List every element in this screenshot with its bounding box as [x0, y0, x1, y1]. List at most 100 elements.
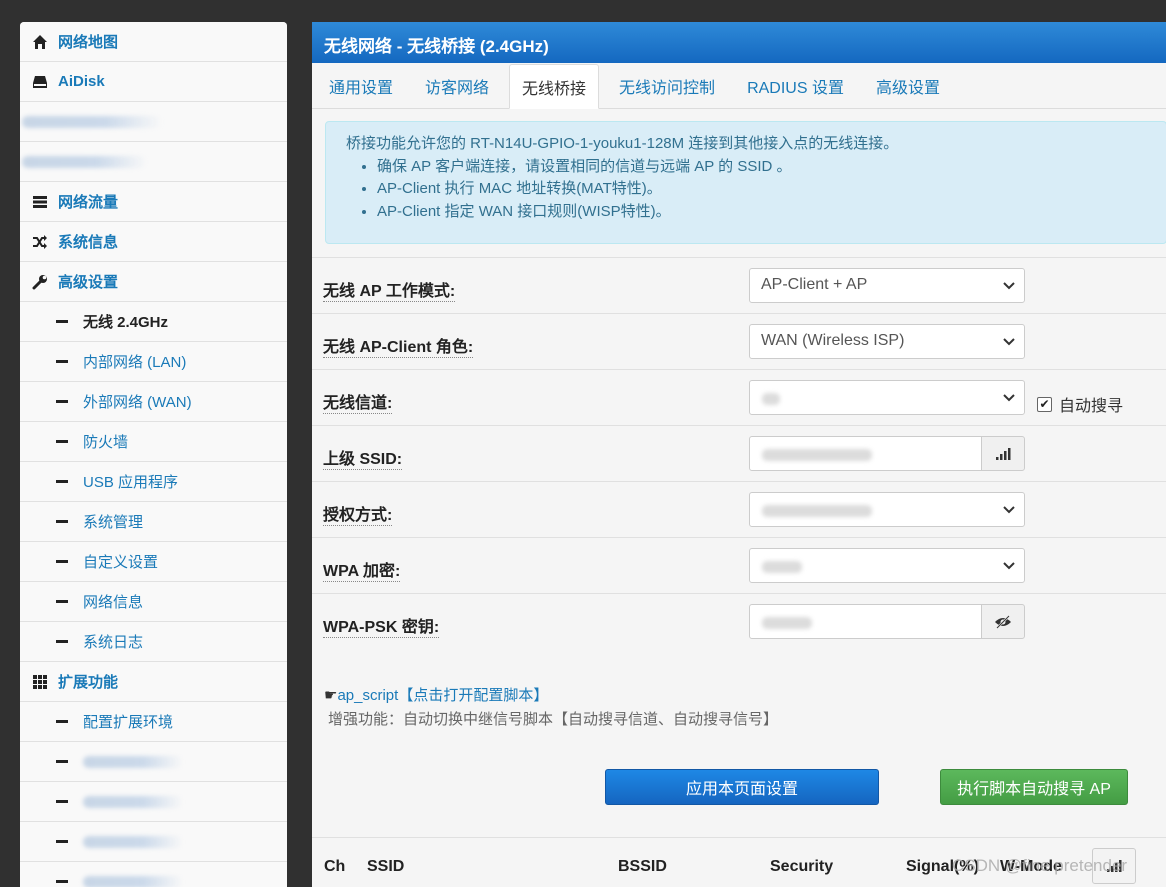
psk-input[interactable]	[749, 604, 982, 639]
signal-icon	[996, 447, 1011, 460]
dash-icon	[56, 840, 68, 843]
scan-ap-button[interactable]: 执行脚本自动搜寻 AP	[940, 769, 1128, 805]
wpa-label: WPA 加密:	[323, 557, 401, 582]
page-title: 无线网络 - 无线桥接 (2.4GHz)	[312, 22, 1166, 63]
nav-extensions[interactable]: 扩展功能	[20, 662, 287, 702]
info-box: 桥接功能允许您的 RT-N14U-GPIO-1-youku1-128M 连接到其…	[325, 121, 1166, 244]
info-list: 确保 AP 客户端连接，请设置相同的信道与远端 AP 的 SSID 。 AP-C…	[377, 156, 1146, 224]
sidebar-item-usb[interactable]: USB 应用程序	[20, 462, 287, 502]
sidebar: 网络地图 AiDisk 网络流量 系统信息 高级设置 无线 2.4GHz 内部网…	[20, 22, 287, 887]
nav-label: 内部网络 (LAN)	[83, 354, 187, 371]
row-auth: 授权方式:	[312, 481, 1166, 537]
sidebar-item-netinfo[interactable]: 网络信息	[20, 582, 287, 622]
nav-system-info[interactable]: 系统信息	[20, 222, 287, 262]
nav-label: AiDisk	[58, 73, 105, 90]
grid-icon	[32, 674, 48, 690]
chevron-down-icon	[1003, 506, 1015, 514]
sidebar-item-wireless-24[interactable]: 无线 2.4GHz	[20, 302, 287, 342]
nav-label: 系统管理	[83, 514, 144, 531]
dash-icon	[56, 720, 68, 723]
signal-scan-button[interactable]	[981, 436, 1025, 471]
nav-label: 外部网络 (WAN)	[83, 394, 192, 411]
shuffle-icon	[32, 234, 48, 250]
nav-label: 网络流量	[58, 194, 119, 211]
row-psk: WPA-PSK 密钥:	[312, 593, 1166, 649]
sidebar-item-ext-blurred-2[interactable]	[20, 782, 287, 822]
auth-select[interactable]	[749, 492, 1025, 527]
blurred-label	[22, 115, 162, 128]
tab-bridge[interactable]: 无线桥接	[509, 64, 600, 109]
blurred-label	[83, 875, 183, 887]
tab-bar: 通用设置 访客网络 无线桥接 无线访问控制 RADIUS 设置 高级设置	[312, 63, 1166, 109]
ap-script-link[interactable]: ☛ap_script【点击打开配置脚本】	[324, 684, 548, 705]
nav-label: 自定义设置	[83, 554, 159, 571]
channel-select[interactable]	[749, 380, 1025, 415]
dash-icon	[56, 800, 68, 803]
info-intro: 桥接功能允许您的 RT-N14U-GPIO-1-youku1-128M 连接到其…	[346, 135, 899, 152]
tab-radius[interactable]: RADIUS 设置	[735, 63, 856, 108]
blurred-label	[83, 755, 183, 768]
row-client-role: 无线 AP-Client 角色: WAN (Wireless ISP)	[312, 313, 1166, 369]
sidebar-item-syslog[interactable]: 系统日志	[20, 622, 287, 662]
dash-icon	[56, 600, 68, 603]
home-icon	[32, 34, 48, 50]
column-bssid: BSSID	[618, 858, 667, 875]
psk-label: WPA-PSK 密钥:	[323, 613, 440, 638]
sidebar-item-ext-blurred-1[interactable]	[20, 742, 287, 782]
ssid-label: 上级 SSID:	[323, 445, 403, 470]
nav-label: 系统日志	[83, 634, 144, 651]
client-role-value: WAN (Wireless ISP)	[761, 332, 905, 349]
column-ssid: SSID	[367, 858, 405, 875]
sidebar-item-admin[interactable]: 系统管理	[20, 502, 287, 542]
dash-icon	[56, 640, 68, 643]
nav-label: 系统信息	[58, 234, 119, 251]
tab-access-control[interactable]: 无线访问控制	[607, 63, 727, 108]
sidebar-item-custom[interactable]: 自定义设置	[20, 542, 287, 582]
ap-script-label: ap_script【点击打开配置脚本】	[337, 687, 549, 704]
nav-label: 配置扩展环境	[83, 714, 174, 731]
apply-button[interactable]: 应用本页面设置	[605, 769, 879, 805]
blurred-value	[762, 505, 872, 517]
column-ch: Ch	[324, 858, 346, 875]
sidebar-item-lan[interactable]: 内部网络 (LAN)	[20, 342, 287, 382]
sidebar-item-wan[interactable]: 外部网络 (WAN)	[20, 382, 287, 422]
nav-network-map[interactable]: 网络地图	[20, 22, 287, 62]
auto-search-checkbox[interactable]: ✔	[1037, 396, 1052, 412]
dash-icon	[56, 320, 68, 323]
chevron-down-icon	[1003, 562, 1015, 570]
nav-advanced[interactable]: 高级设置	[20, 262, 287, 302]
client-role-select[interactable]: WAN (Wireless ISP)	[749, 324, 1025, 359]
ap-mode-label: 无线 AP 工作模式:	[323, 277, 456, 302]
nav-aidisk[interactable]: AiDisk	[20, 62, 287, 102]
tab-advanced[interactable]: 高级设置	[864, 63, 952, 108]
sidebar-item-ext-env[interactable]: 配置扩展环境	[20, 702, 287, 742]
blurred-value	[762, 617, 812, 629]
drive-icon	[32, 74, 48, 90]
info-bullet: 确保 AP 客户端连接，请设置相同的信道与远端 AP 的 SSID 。	[377, 156, 1146, 179]
blurred-label	[22, 155, 147, 168]
sidebar-item-firewall[interactable]: 防火墙	[20, 422, 287, 462]
watermark: CSDN @fine pretender	[952, 856, 1128, 875]
nav-blurred-2[interactable]	[20, 142, 287, 182]
blurred-label	[83, 795, 183, 808]
dash-icon	[56, 520, 68, 523]
chevron-down-icon	[1003, 338, 1015, 346]
nav-traffic[interactable]: 网络流量	[20, 182, 287, 222]
sidebar-item-ext-blurred-4[interactable]	[20, 862, 287, 887]
auto-search-toggle[interactable]: ✔ 自动搜寻	[1037, 392, 1123, 416]
tab-guest[interactable]: 访客网络	[413, 63, 501, 108]
blurred-label	[83, 835, 183, 848]
column-security: Security	[770, 858, 834, 875]
ap-mode-select[interactable]: AP-Client + AP	[749, 268, 1025, 303]
dash-icon	[56, 560, 68, 563]
wrench-icon	[32, 274, 48, 290]
client-role-label: 无线 AP-Client 角色:	[323, 333, 474, 358]
tab-general[interactable]: 通用设置	[317, 63, 405, 108]
ssid-input[interactable]	[749, 436, 982, 471]
nav-label: 高级设置	[58, 274, 119, 291]
nav-blurred-1[interactable]	[20, 102, 287, 142]
show-password-button[interactable]	[981, 604, 1025, 639]
row-wpa: WPA 加密:	[312, 537, 1166, 593]
sidebar-item-ext-blurred-3[interactable]	[20, 822, 287, 862]
wpa-select[interactable]	[749, 548, 1025, 583]
